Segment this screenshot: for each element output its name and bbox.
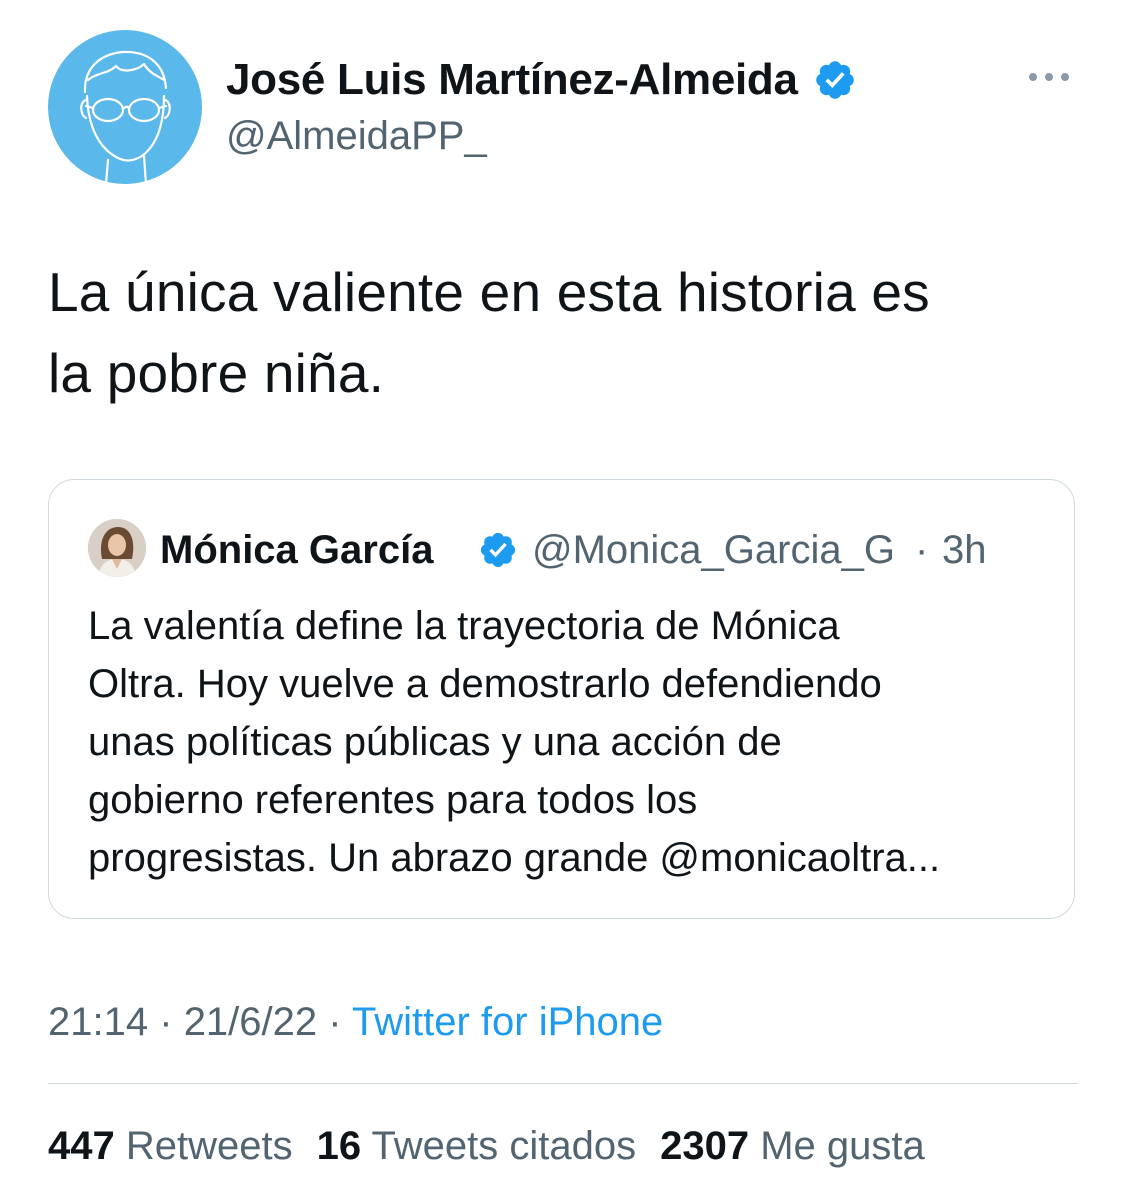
author-avatar[interactable] [48, 30, 202, 184]
separator-dot: · [915, 528, 929, 572]
quoted-author-avatar[interactable] [88, 519, 146, 577]
tweet-stats: 447 Retweets 16 Tweets citados 2307 Me gus… [48, 1121, 925, 1171]
retweets-count: 447 [48, 1124, 115, 1168]
likes-stat[interactable]: 2307 Me gusta [660, 1124, 925, 1168]
quoted-author-handle[interactable]: @Monica_Garcia_G [532, 527, 895, 573]
likes-count: 2307 [660, 1124, 750, 1168]
divider [48, 1083, 1078, 1084]
tweet-text-line: La única valiente en esta historia es [48, 261, 930, 323]
author-handle[interactable]: @AlmeidaPP_ [226, 112, 487, 160]
separator-dot: · [328, 1000, 342, 1044]
quoted-author-display-name[interactable]: Mónica García [160, 527, 433, 573]
quotes-stat[interactable]: 16 Tweets citados [317, 1124, 636, 1168]
retweets-label: Retweets [125, 1124, 293, 1168]
quoted-tweet-line: unas políticas públicas y una acción de [88, 720, 782, 764]
tweet-text: La única valiente en esta historia es la… [48, 252, 1088, 414]
quotes-label: Tweets citados [371, 1124, 637, 1168]
more-options-icon[interactable] [1025, 62, 1073, 92]
tweet-date[interactable]: 21/6/22 [184, 1000, 317, 1044]
separator-dot: · [159, 1000, 173, 1044]
quotes-count: 16 [316, 1124, 362, 1168]
tweet-meta: 21:14 · 21/6/22 · Twitter for iPhone [48, 997, 663, 1047]
cartoon-face-icon [80, 50, 171, 184]
portrait-photo-icon [88, 519, 146, 577]
verified-badge-icon [813, 58, 857, 102]
quoted-tweet-line: progresistas. Un abrazo grande @monicaol… [88, 836, 941, 880]
quoted-tweet-text: La valentía define la trayectoria de Món… [88, 597, 1048, 887]
likes-label: Me gusta [760, 1124, 925, 1168]
verified-badge-icon [478, 530, 518, 570]
tweet-time[interactable]: 21:14 [48, 1000, 148, 1044]
quoted-tweet-line: Oltra. Hoy vuelve a demostrarlo defendie… [88, 662, 882, 706]
retweets-stat[interactable]: 447 Retweets [48, 1124, 293, 1168]
quoted-tweet-line: La valentía define la trayectoria de Món… [88, 604, 840, 648]
author-display-name[interactable]: José Luis Martínez-Almeida [226, 54, 798, 106]
tweet-text-line: la pobre niña. [48, 342, 385, 404]
tweet-source-link[interactable]: Twitter for iPhone [352, 1000, 663, 1044]
quoted-tweet-time[interactable]: 3h [942, 527, 987, 573]
quoted-tweet-line: gobierno referentes para todos los [88, 778, 698, 822]
